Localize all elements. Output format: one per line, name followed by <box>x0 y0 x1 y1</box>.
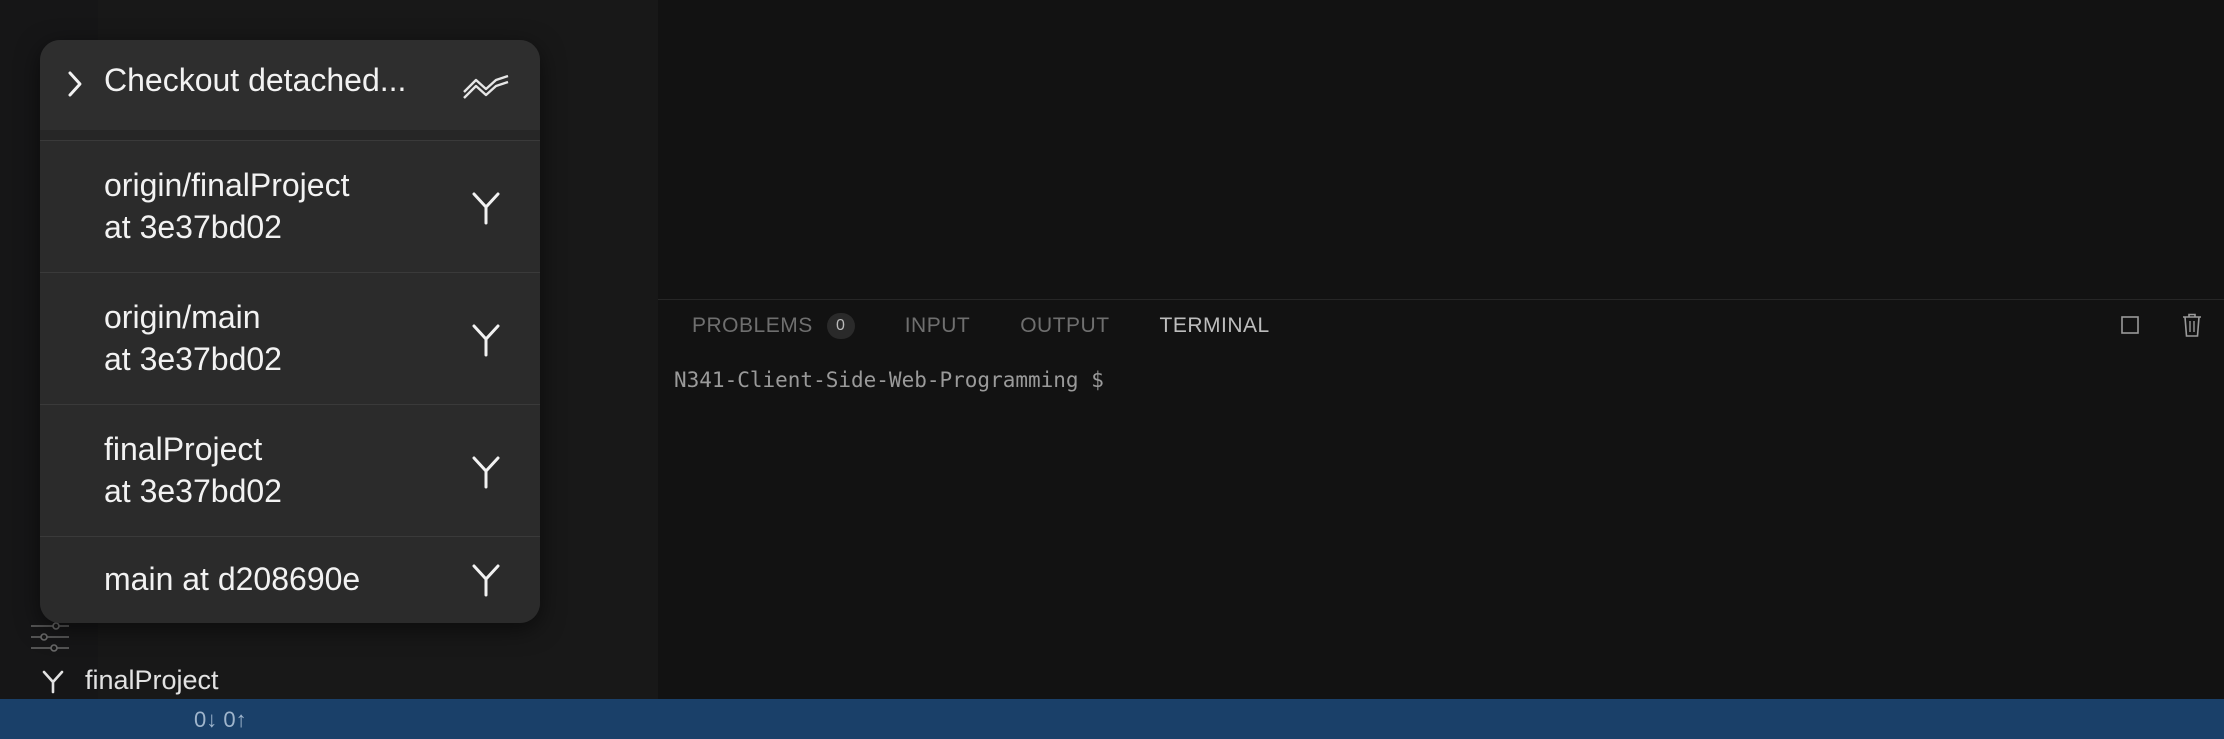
branch-item-origin-finalproject[interactable]: origin/finalProject at 3e37bd02 <box>40 140 540 273</box>
current-branch-label[interactable]: finalProject <box>85 665 219 696</box>
branch-picker-popup: Checkout detached... origin/finalProject… <box>40 40 540 623</box>
branch-item-finalproject[interactable]: finalProject at 3e37bd02 <box>40 404 540 537</box>
branch-item-main[interactable]: main at d208690e <box>40 536 540 623</box>
status-bar: 0↓ 0↑ <box>0 699 2224 739</box>
terminal-prompt[interactable]: N341-Client-Side-Web-Programming $ <box>674 368 1104 392</box>
git-branch-icon <box>470 191 502 230</box>
tab-input[interactable]: INPUT <box>905 314 971 338</box>
tab-output-label: OUTPUT <box>1020 314 1110 337</box>
filter-sliders-icon[interactable] <box>30 620 70 661</box>
tab-output[interactable]: OUTPUT <box>1020 314 1109 338</box>
branch-name: main at d208690e <box>104 561 361 597</box>
branch-name: origin/main <box>104 299 261 335</box>
git-branch-icon <box>40 670 66 699</box>
branch-commit: at 3e37bd02 <box>104 209 282 245</box>
panel-actions <box>2120 312 2204 343</box>
tab-input-label: INPUT <box>904 314 971 337</box>
trash-icon[interactable] <box>2180 312 2204 343</box>
branch-name: finalProject <box>104 431 263 467</box>
branch-commit: at 3e37bd02 <box>104 473 282 509</box>
tab-problems-label: PROBLEMS <box>692 314 813 337</box>
graph-icon <box>462 72 510 105</box>
branch-item-origin-main[interactable]: origin/main at 3e37bd02 <box>40 272 540 405</box>
app-window: PROBLEMS 0 INPUT OUTPUT TERMINAL N341-Cl… <box>0 0 2224 739</box>
checkout-detached-label: Checkout detached... <box>104 62 407 98</box>
tab-terminal[interactable]: TERMINAL <box>1160 314 1270 338</box>
git-branch-icon <box>470 455 502 494</box>
tab-problems[interactable]: PROBLEMS 0 <box>692 313 855 339</box>
maximize-panel-icon[interactable] <box>2120 315 2140 340</box>
panel-tab-bar: PROBLEMS 0 INPUT OUTPUT TERMINAL <box>658 300 2224 352</box>
bottom-panel: PROBLEMS 0 INPUT OUTPUT TERMINAL N341-Cl… <box>658 299 2224 700</box>
chevron-right-icon <box>66 70 84 103</box>
branch-commit: at 3e37bd02 <box>104 341 282 377</box>
git-branch-icon <box>470 563 502 602</box>
editor-area <box>658 0 2224 299</box>
branch-name: origin/finalProject <box>104 167 350 203</box>
sync-status[interactable]: 0↓ 0↑ <box>194 707 247 733</box>
tab-terminal-label: TERMINAL <box>1159 314 1270 337</box>
problems-count-badge: 0 <box>826 313 855 339</box>
checkout-detached-row[interactable]: Checkout detached... <box>40 40 540 130</box>
git-branch-icon <box>470 323 502 362</box>
